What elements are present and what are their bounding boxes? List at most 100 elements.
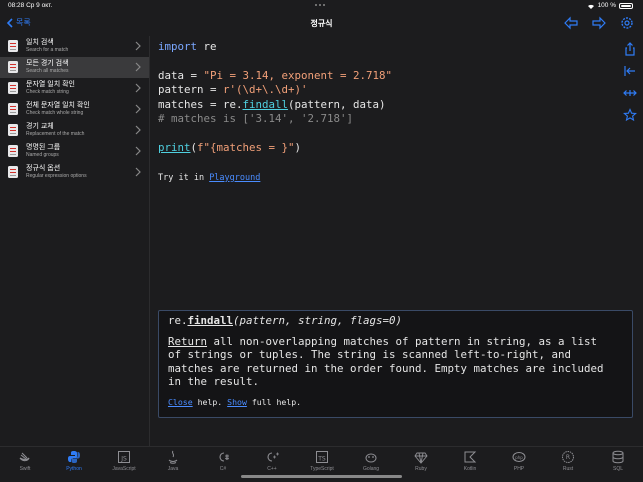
sidebar-item-title: 정규식 옵션 xyxy=(26,165,61,172)
code-editor[interactable]: import re data = "Pi = 3.14, exponent = … xyxy=(150,36,643,446)
sidebar-item-subtitle: Replacement of the match xyxy=(26,131,85,137)
typescript-icon: TS xyxy=(316,451,328,463)
code-text: re xyxy=(197,40,217,53)
editor-toolbar xyxy=(623,42,637,122)
sidebar-item-subtitle: Check match string xyxy=(26,89,69,95)
document-icon xyxy=(8,82,18,94)
help-text: all non-overlapping matches of pattern i… xyxy=(168,334,604,389)
tab-sql[interactable]: SQL xyxy=(598,450,638,472)
share-icon xyxy=(625,42,635,56)
sidebar-item-regex-options[interactable]: 정규식 옵션 Regular expression options xyxy=(0,162,149,183)
tab-java[interactable]: Java xyxy=(153,450,193,472)
tab-javascript[interactable]: JS JavaScript xyxy=(104,450,144,472)
show-full-help-link[interactable]: Show xyxy=(227,397,247,407)
code-string: "Pi = 3.14, exponent = 2.718" xyxy=(203,68,393,82)
chevron-right-icon xyxy=(135,146,141,156)
document-icon xyxy=(8,166,18,178)
sidebar-item-title: 일치 검색 xyxy=(26,39,54,46)
code-block[interactable]: import re data = "Pi = 3.14, exponent = … xyxy=(158,40,392,185)
sidebar-item-title: 문자열 일치 확인 xyxy=(26,81,75,88)
sql-icon xyxy=(612,450,624,464)
settings-button[interactable] xyxy=(619,15,635,31)
tab-label: SQL xyxy=(612,466,623,472)
document-icon xyxy=(8,145,18,157)
rust-icon: R xyxy=(562,451,574,463)
tab-label: C# xyxy=(219,466,227,472)
favorite-button[interactable] xyxy=(623,108,637,122)
tab-golang[interactable]: Golang xyxy=(351,450,391,472)
tab-kotlin[interactable]: Kotlin xyxy=(450,450,490,472)
sidebar-item-subtitle: Regular expression options xyxy=(26,173,87,179)
findall-function-link[interactable]: findall xyxy=(243,98,289,111)
code-text: matches = re. xyxy=(158,97,243,111)
tab-label: JavaScript xyxy=(112,466,136,472)
arrow-to-left-icon xyxy=(624,66,635,76)
navigation-bar: 목록 정규식 xyxy=(0,12,643,36)
home-indicator[interactable] xyxy=(241,475,402,478)
signature-function: findall xyxy=(187,314,234,327)
status-time-date: 08:28 Ср 9 окт. xyxy=(8,2,53,9)
swift-icon xyxy=(19,452,30,462)
battery-icon xyxy=(619,2,633,9)
status-bar: 08:28 Ср 9 окт. 100 % xyxy=(0,0,643,12)
tab-ruby[interactable]: Ruby xyxy=(401,450,441,472)
code-text: (pattern, data) xyxy=(288,97,386,111)
tab-label: C++ xyxy=(267,466,277,472)
document-icon xyxy=(8,103,18,115)
tab-swift[interactable]: Swift xyxy=(5,450,45,472)
tab-label: PHP xyxy=(513,466,525,472)
golang-icon xyxy=(365,453,377,463)
svg-text:TS: TS xyxy=(317,456,326,463)
print-function-link[interactable]: print xyxy=(158,141,191,154)
share-button[interactable] xyxy=(623,42,637,56)
tab-python[interactable]: Python xyxy=(54,450,94,472)
gear-icon xyxy=(621,17,633,29)
sidebar: 일치 검색 Search for a match 모든 경기 검색 Search a… xyxy=(0,36,150,446)
code-string: f"{matches = }" xyxy=(197,140,295,154)
sidebar-item-check-whole[interactable]: 전체 문자열 일치 확인 Check match whole string xyxy=(0,99,149,120)
php-icon: php xyxy=(512,452,526,462)
tab-php[interactable]: php PHP xyxy=(499,450,539,472)
help-panel: re.findall(pattern, string, flags=0) Ret… xyxy=(158,310,633,418)
sidebar-item-named-groups[interactable]: 명명된 그룹 Named groups xyxy=(0,141,149,162)
code-keyword: import xyxy=(158,40,198,53)
playground-link[interactable]: Playground xyxy=(209,173,260,183)
wifi-icon xyxy=(587,4,594,9)
star-icon xyxy=(623,108,637,122)
signature-prefix: re. xyxy=(168,314,188,327)
java-icon xyxy=(168,450,178,464)
tab-label: TypeScript xyxy=(310,466,334,472)
tab-label: Ruby xyxy=(415,466,427,472)
help-description: Return all non-overlapping matches of pa… xyxy=(168,335,623,389)
tab-typescript[interactable]: TS TypeScript xyxy=(302,450,342,472)
document-icon xyxy=(8,61,18,73)
collapse-button[interactable] xyxy=(623,64,637,78)
arrow-right-icon xyxy=(592,16,606,30)
move-button[interactable] xyxy=(623,86,637,100)
sidebar-item-subtitle: Named groups xyxy=(26,152,59,158)
tab-cpp[interactable]: C++ xyxy=(252,450,292,472)
sidebar-item-title: 명명된 그룹 xyxy=(26,144,61,151)
function-signature: re.findall(pattern, string, flags=0) xyxy=(168,314,623,328)
tab-rust[interactable]: R Rust xyxy=(548,450,588,472)
cpp-icon xyxy=(267,452,279,462)
svg-text:JS: JS xyxy=(120,456,127,463)
sidebar-item-check-match[interactable]: 문자열 일치 확인 Check match string xyxy=(0,78,149,99)
return-link[interactable]: Return xyxy=(168,335,207,348)
chevron-right-icon xyxy=(135,41,141,51)
tab-csharp[interactable]: C# xyxy=(203,450,243,472)
tab-label: Swift xyxy=(19,466,31,472)
arrow-right-button[interactable] xyxy=(591,15,607,31)
svg-text:php: php xyxy=(515,455,523,460)
sidebar-item-subtitle: Search all matches xyxy=(26,68,69,74)
sidebar-item-replacement[interactable]: 경기 교체 Replacement of the match xyxy=(0,120,149,141)
sidebar-item-title: 경기 교체 xyxy=(26,123,54,130)
sidebar-item-search-match[interactable]: 일치 검색 Search for a match xyxy=(0,36,149,57)
multitasking-dots[interactable] xyxy=(314,1,328,6)
close-help-link[interactable]: Close xyxy=(168,397,193,407)
arrow-left-button[interactable] xyxy=(563,15,579,31)
sidebar-item-search-all[interactable]: 모든 경기 검색 Search all matches xyxy=(0,57,149,78)
chevron-right-icon xyxy=(135,167,141,177)
arrow-left-icon xyxy=(564,16,578,30)
page-title: 정규식 xyxy=(310,19,333,28)
